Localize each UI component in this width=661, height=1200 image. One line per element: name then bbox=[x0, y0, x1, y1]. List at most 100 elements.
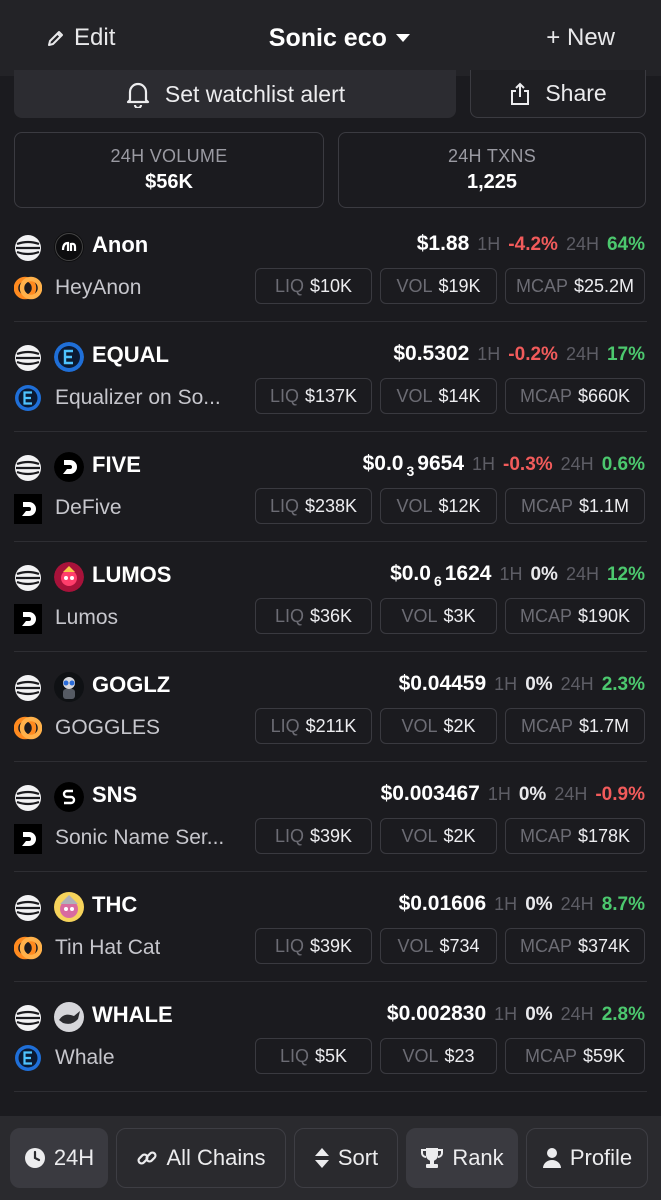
whale-logo-icon bbox=[54, 1002, 84, 1032]
timeframe-label: 24H bbox=[53, 1145, 95, 1170]
liquidity-pill: LIQ $211K bbox=[255, 708, 372, 744]
sort-button[interactable]: Sort bbox=[294, 1128, 398, 1188]
profile-label: Profile bbox=[569, 1145, 633, 1170]
goglz-logo-icon bbox=[54, 672, 84, 702]
change-1h: 0% bbox=[530, 564, 558, 585]
new-watchlist-button[interactable]: + New bbox=[546, 24, 615, 52]
change-1h-label: 1H bbox=[499, 564, 523, 584]
volume-pill: VOL $14K bbox=[380, 378, 497, 414]
volume-pill: VOL $2K bbox=[380, 818, 497, 854]
sonic-chain-icon bbox=[14, 234, 42, 262]
market-cap-pill: MCAP $660K bbox=[505, 378, 645, 414]
profile-button[interactable]: Profile bbox=[526, 1128, 648, 1188]
defive-dex-icon bbox=[14, 824, 42, 854]
change-24h: 2.3% bbox=[601, 674, 645, 695]
token-name: HeyAnon bbox=[55, 276, 142, 299]
volume-pill: VOL $2K bbox=[380, 708, 497, 744]
watchlist-selector[interactable]: Sonic eco bbox=[269, 24, 411, 53]
equalizer-dex-icon bbox=[14, 1044, 42, 1074]
timeframe-button[interactable]: 24H bbox=[10, 1128, 108, 1188]
metrics: LIQ $238K VOL $12K MCAP $1.1M bbox=[255, 488, 645, 524]
stat-label: 24H VOLUME bbox=[110, 146, 228, 166]
metrics: LIQ $137K VOL $14K MCAP $660K bbox=[255, 378, 645, 414]
token-row[interactable]: FIVE DeFive $0.0 3 9654 1H -0.3% 24H 0.6% … bbox=[14, 432, 647, 542]
change-24h: 17% bbox=[606, 344, 645, 365]
user-icon bbox=[542, 1147, 562, 1169]
change-1h: 0% bbox=[525, 674, 553, 695]
change-1h: -0.3% bbox=[503, 454, 553, 475]
volume-pill: VOL $734 bbox=[380, 928, 497, 964]
liquidity-pill: LIQ $39K bbox=[255, 818, 372, 854]
price-block: $0.0 6 1624 1H 0% 24H 12% bbox=[390, 562, 645, 589]
change-1h-label: 1H bbox=[477, 234, 501, 254]
anon-logo-icon bbox=[54, 232, 84, 262]
sns-logo-icon bbox=[54, 782, 84, 812]
token-name: Whale bbox=[55, 1046, 115, 1069]
change-24h-label: 24H bbox=[560, 454, 594, 474]
token-name: Lumos bbox=[55, 606, 119, 629]
metrics: LIQ $5K VOL $23 MCAP $59K bbox=[255, 1038, 645, 1074]
sonic-chain-icon bbox=[14, 894, 42, 922]
change-1h-label: 1H bbox=[494, 894, 518, 914]
token-name: GOGGLES bbox=[55, 716, 161, 739]
thc-logo-icon bbox=[54, 892, 84, 922]
liquidity-pill: LIQ $137K bbox=[255, 378, 372, 414]
token-name: DeFive bbox=[55, 496, 122, 519]
change-24h-label: 24H bbox=[560, 674, 594, 694]
sonic-chain-icon bbox=[14, 674, 42, 702]
liquidity-pill: LIQ $39K bbox=[255, 928, 372, 964]
market-cap-pill: MCAP $1.1M bbox=[505, 488, 645, 524]
share-label: Share bbox=[545, 80, 607, 106]
token-row[interactable]: THC Tin Hat Cat $0.01606 1H 0% 24H 8.7% … bbox=[14, 872, 647, 982]
change-1h-label: 1H bbox=[477, 344, 501, 364]
change-24h: 0.6% bbox=[601, 454, 645, 475]
price-block: $0.002830 1H 0% 24H 2.8% bbox=[387, 1002, 645, 1026]
alert-label: Set watchlist alert bbox=[164, 80, 346, 107]
volume-pill: VOL $3K bbox=[380, 598, 497, 634]
token-row[interactable]: WHALE Whale $0.002830 1H 0% 24H 2.8% LIQ… bbox=[14, 982, 647, 1092]
all-chains-button[interactable]: All Chains bbox=[116, 1128, 286, 1188]
stat-value: $56K bbox=[145, 171, 193, 193]
market-cap-pill: MCAP $59K bbox=[505, 1038, 645, 1074]
orange-ring-dex-icon bbox=[14, 934, 42, 964]
change-1h: -0.2% bbox=[508, 344, 558, 365]
token-symbol: WHALE bbox=[92, 1002, 173, 1027]
market-cap-pill: MCAP $374K bbox=[505, 928, 645, 964]
change-24h-label: 24H bbox=[565, 234, 599, 254]
metrics: LIQ $39K VOL $2K MCAP $178K bbox=[255, 818, 645, 854]
market-cap-pill: MCAP $1.7M bbox=[505, 708, 645, 744]
token-row[interactable]: GOGLZ GOGGLES $0.04459 1H 0% 24H 2.3% LI… bbox=[14, 652, 647, 762]
token-row[interactable]: Anon HeyAnon $1.88 1H -4.2% 24H 64% LIQ $… bbox=[14, 212, 647, 322]
token-price: $0.0 6 1624 bbox=[390, 562, 492, 589]
sonic-chain-icon bbox=[14, 454, 42, 482]
stat-volume: 24H VOLUME $56K bbox=[14, 132, 324, 208]
token-row[interactable]: SNS Sonic Name Ser... $0.003467 1H 0% 24… bbox=[14, 762, 647, 872]
token-symbol: EQUAL bbox=[92, 342, 169, 367]
share-button[interactable]: Share bbox=[470, 70, 646, 118]
sonic-chain-icon bbox=[14, 344, 42, 372]
new-label: + New bbox=[546, 24, 615, 51]
change-1h-label: 1H bbox=[494, 1004, 518, 1024]
token-symbol: LUMOS bbox=[92, 562, 172, 587]
action-row: Set watchlist alert Share bbox=[14, 70, 646, 118]
change-1h: 0% bbox=[525, 1004, 553, 1025]
change-1h: 0% bbox=[525, 894, 553, 915]
token-row[interactable]: EQUAL Equalizer on So... $0.5302 1H -0.2… bbox=[14, 322, 647, 432]
sonic-chain-icon bbox=[14, 564, 42, 592]
share-icon bbox=[509, 82, 531, 106]
rank-label: Rank bbox=[452, 1145, 504, 1170]
token-list: Anon HeyAnon $1.88 1H -4.2% 24H 64% LIQ $… bbox=[0, 212, 661, 1092]
stat-label: 24H TXNS bbox=[447, 146, 537, 166]
rank-button[interactable]: Rank bbox=[406, 1128, 518, 1188]
edit-button[interactable]: Edit bbox=[46, 24, 115, 52]
bell-icon bbox=[125, 80, 151, 108]
set-watchlist-alert-button[interactable]: Set watchlist alert bbox=[14, 70, 456, 118]
stat-value: 1,225 bbox=[466, 171, 518, 193]
token-row[interactable]: LUMOS Lumos $0.0 6 1624 1H 0% 24H 12% LIQ $… bbox=[14, 542, 647, 652]
market-cap-pill: MCAP $190K bbox=[505, 598, 645, 634]
price-block: $0.5302 1H -0.2% 24H 17% bbox=[393, 342, 645, 366]
price-block: $0.003467 1H 0% 24H -0.9% bbox=[381, 782, 645, 806]
token-name: Equalizer on So... bbox=[55, 386, 221, 409]
edit-label: Edit bbox=[74, 24, 116, 51]
equalizer-dex-icon bbox=[14, 384, 42, 414]
